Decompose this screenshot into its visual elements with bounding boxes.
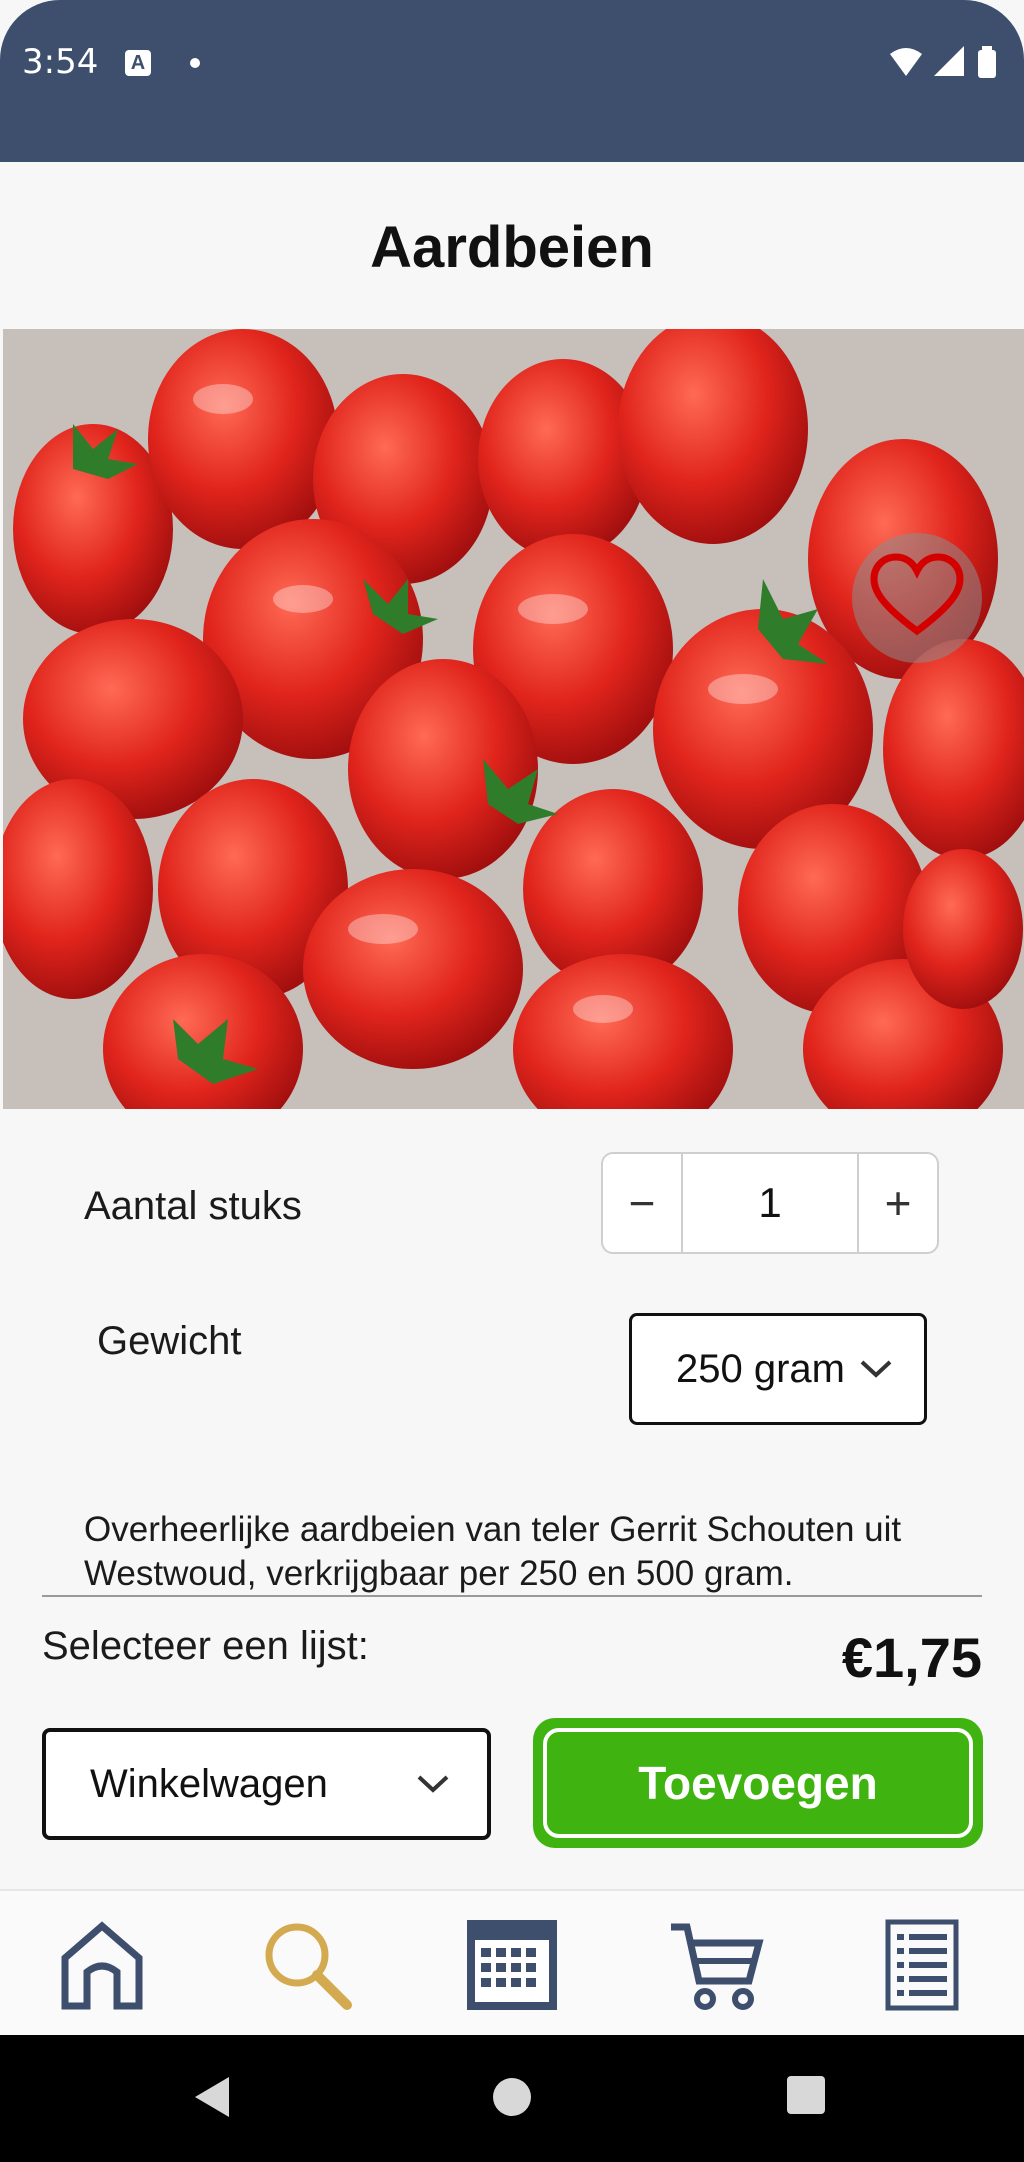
- quantity-value[interactable]: 1: [681, 1154, 859, 1252]
- nav-calendar[interactable]: [462, 1915, 562, 2015]
- back-icon[interactable]: [193, 2075, 233, 2119]
- weight-select[interactable]: 250 gram: [629, 1313, 927, 1425]
- home-icon: [61, 1921, 143, 2010]
- nav-list[interactable]: [872, 1915, 972, 2015]
- calendar-icon: [467, 1920, 557, 2010]
- product-page: Aardbeien Aantal stuks − 1 + Gewicht 250…: [0, 162, 1024, 2035]
- product-image: [3, 329, 1024, 1109]
- chevron-down-icon: [417, 1775, 449, 1793]
- weight-selected-value: 250 gram: [676, 1346, 845, 1391]
- home-circle-icon[interactable]: [490, 2075, 534, 2119]
- bottom-navigation: [0, 1889, 1024, 2037]
- list-select[interactable]: Winkelwagen: [42, 1728, 491, 1840]
- recents-icon[interactable]: [786, 2075, 826, 2115]
- nav-cart[interactable]: [667, 1915, 767, 2015]
- cart-icon: [671, 1923, 764, 2010]
- list-selected-value: Winkelwagen: [90, 1761, 328, 1806]
- quantity-stepper: − 1 +: [601, 1152, 939, 1254]
- nav-home[interactable]: [52, 1915, 152, 2015]
- wifi-icon: [890, 48, 922, 76]
- chevron-down-icon: [860, 1360, 892, 1378]
- add-button[interactable]: Toevoegen: [533, 1718, 983, 1848]
- price: €1,75: [841, 1626, 982, 1689]
- quantity-label: Aantal stuks: [84, 1184, 302, 1228]
- product-description: Overheerlijke aardbeien van teler Gerrit…: [84, 1510, 902, 1593]
- notification-dot-icon: [190, 58, 200, 68]
- nav-search[interactable]: [257, 1915, 357, 2015]
- system-navigation-bar: [0, 2035, 1024, 2162]
- weight-label: Gewicht: [97, 1319, 242, 1363]
- status-bar: 3:54 A: [0, 0, 1024, 162]
- decrement-button[interactable]: −: [603, 1154, 681, 1252]
- status-icons: [886, 46, 1006, 87]
- status-time: 3:54: [22, 42, 99, 82]
- favorite-button[interactable]: [852, 533, 982, 663]
- list-label: Selecteer een lijst:: [42, 1624, 369, 1668]
- heart-icon: [870, 553, 964, 636]
- list-icon: [885, 1919, 959, 2011]
- signal-icon: [934, 46, 964, 76]
- add-button-label: Toevoegen: [543, 1728, 973, 1838]
- divider: [42, 1595, 982, 1597]
- page-title: Aardbeien: [370, 215, 654, 280]
- battery-icon: [978, 50, 996, 78]
- notification-badge-icon: A: [125, 50, 151, 76]
- search-icon: [265, 1923, 352, 2010]
- increment-button[interactable]: +: [859, 1154, 937, 1252]
